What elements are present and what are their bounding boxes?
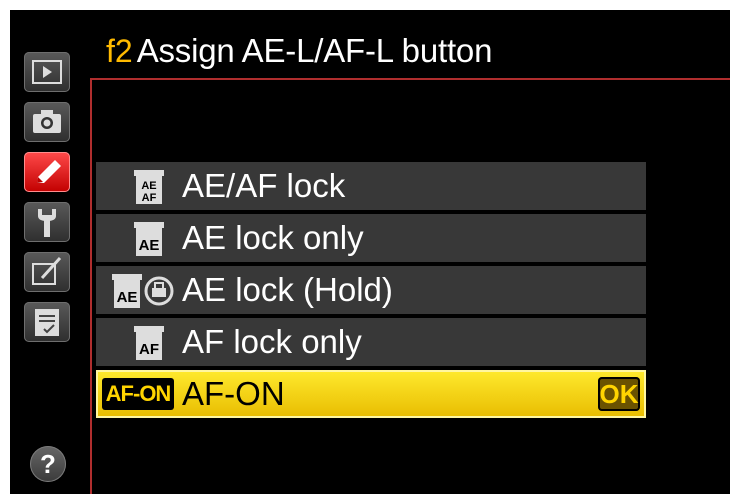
custom-settings-menu-tab[interactable]: [24, 152, 70, 192]
page-title: f2 Assign AE-L/AF-L button: [106, 32, 492, 72]
retouch-icon: [32, 256, 62, 285]
camera-icon: [33, 110, 61, 133]
svg-text:AE: AE: [141, 180, 156, 192]
af-on-icon: AF-ON: [102, 378, 174, 410]
setting-code: f2: [106, 33, 133, 69]
setting-title: Assign AE-L/AF-L button: [136, 32, 493, 69]
option-label: AE lock (Hold): [182, 271, 393, 308]
help-icon: ?: [40, 449, 56, 479]
setup-menu-tab[interactable]: [24, 202, 70, 242]
svg-text:AE: AE: [117, 289, 138, 306]
option-af-on[interactable]: AF-ON AF-ON OK: [96, 370, 646, 418]
option-label: AE/AF lock: [182, 167, 346, 204]
my-menu-tab[interactable]: [24, 302, 70, 342]
playback-menu-tab[interactable]: [24, 52, 70, 92]
svg-text:AF: AF: [142, 192, 157, 204]
playback-icon: [32, 60, 62, 84]
ae-lock-icon: AE: [96, 214, 180, 262]
svg-text:AF: AF: [139, 341, 159, 358]
help-button[interactable]: ?: [30, 446, 66, 482]
shooting-menu-tab[interactable]: [24, 102, 70, 142]
ok-button[interactable]: OK: [598, 377, 640, 411]
ae-af-lock-icon: AE AF: [96, 162, 180, 210]
wrench-icon: [38, 209, 56, 237]
af-lock-icon: AF: [96, 318, 180, 366]
option-af-lock-only[interactable]: AF AF lock only: [96, 318, 646, 366]
ae-lock-hold-icon: AE: [96, 266, 180, 314]
option-label: AF-ON: [182, 375, 285, 412]
pencil-icon: [37, 160, 61, 183]
option-ae-lock-only[interactable]: AE AE lock only: [96, 214, 646, 262]
option-ae-af-lock[interactable]: AE AF AE/AF lock: [96, 162, 646, 210]
svg-text:AE: AE: [139, 237, 160, 254]
camera-menu-screen: ? f2 Assign AE-L/AF-L button AE AF AE/AF…: [10, 10, 730, 494]
option-label: AF lock only: [182, 323, 362, 360]
option-label: AE lock only: [182, 219, 364, 256]
retouch-menu-tab[interactable]: [24, 252, 70, 292]
option-ae-lock-hold[interactable]: AE AE lock (Hold): [96, 266, 646, 314]
af-on-badge-text: AF-ON: [105, 381, 172, 406]
ok-label: OK: [599, 379, 639, 409]
recent-settings-icon: [35, 309, 59, 336]
